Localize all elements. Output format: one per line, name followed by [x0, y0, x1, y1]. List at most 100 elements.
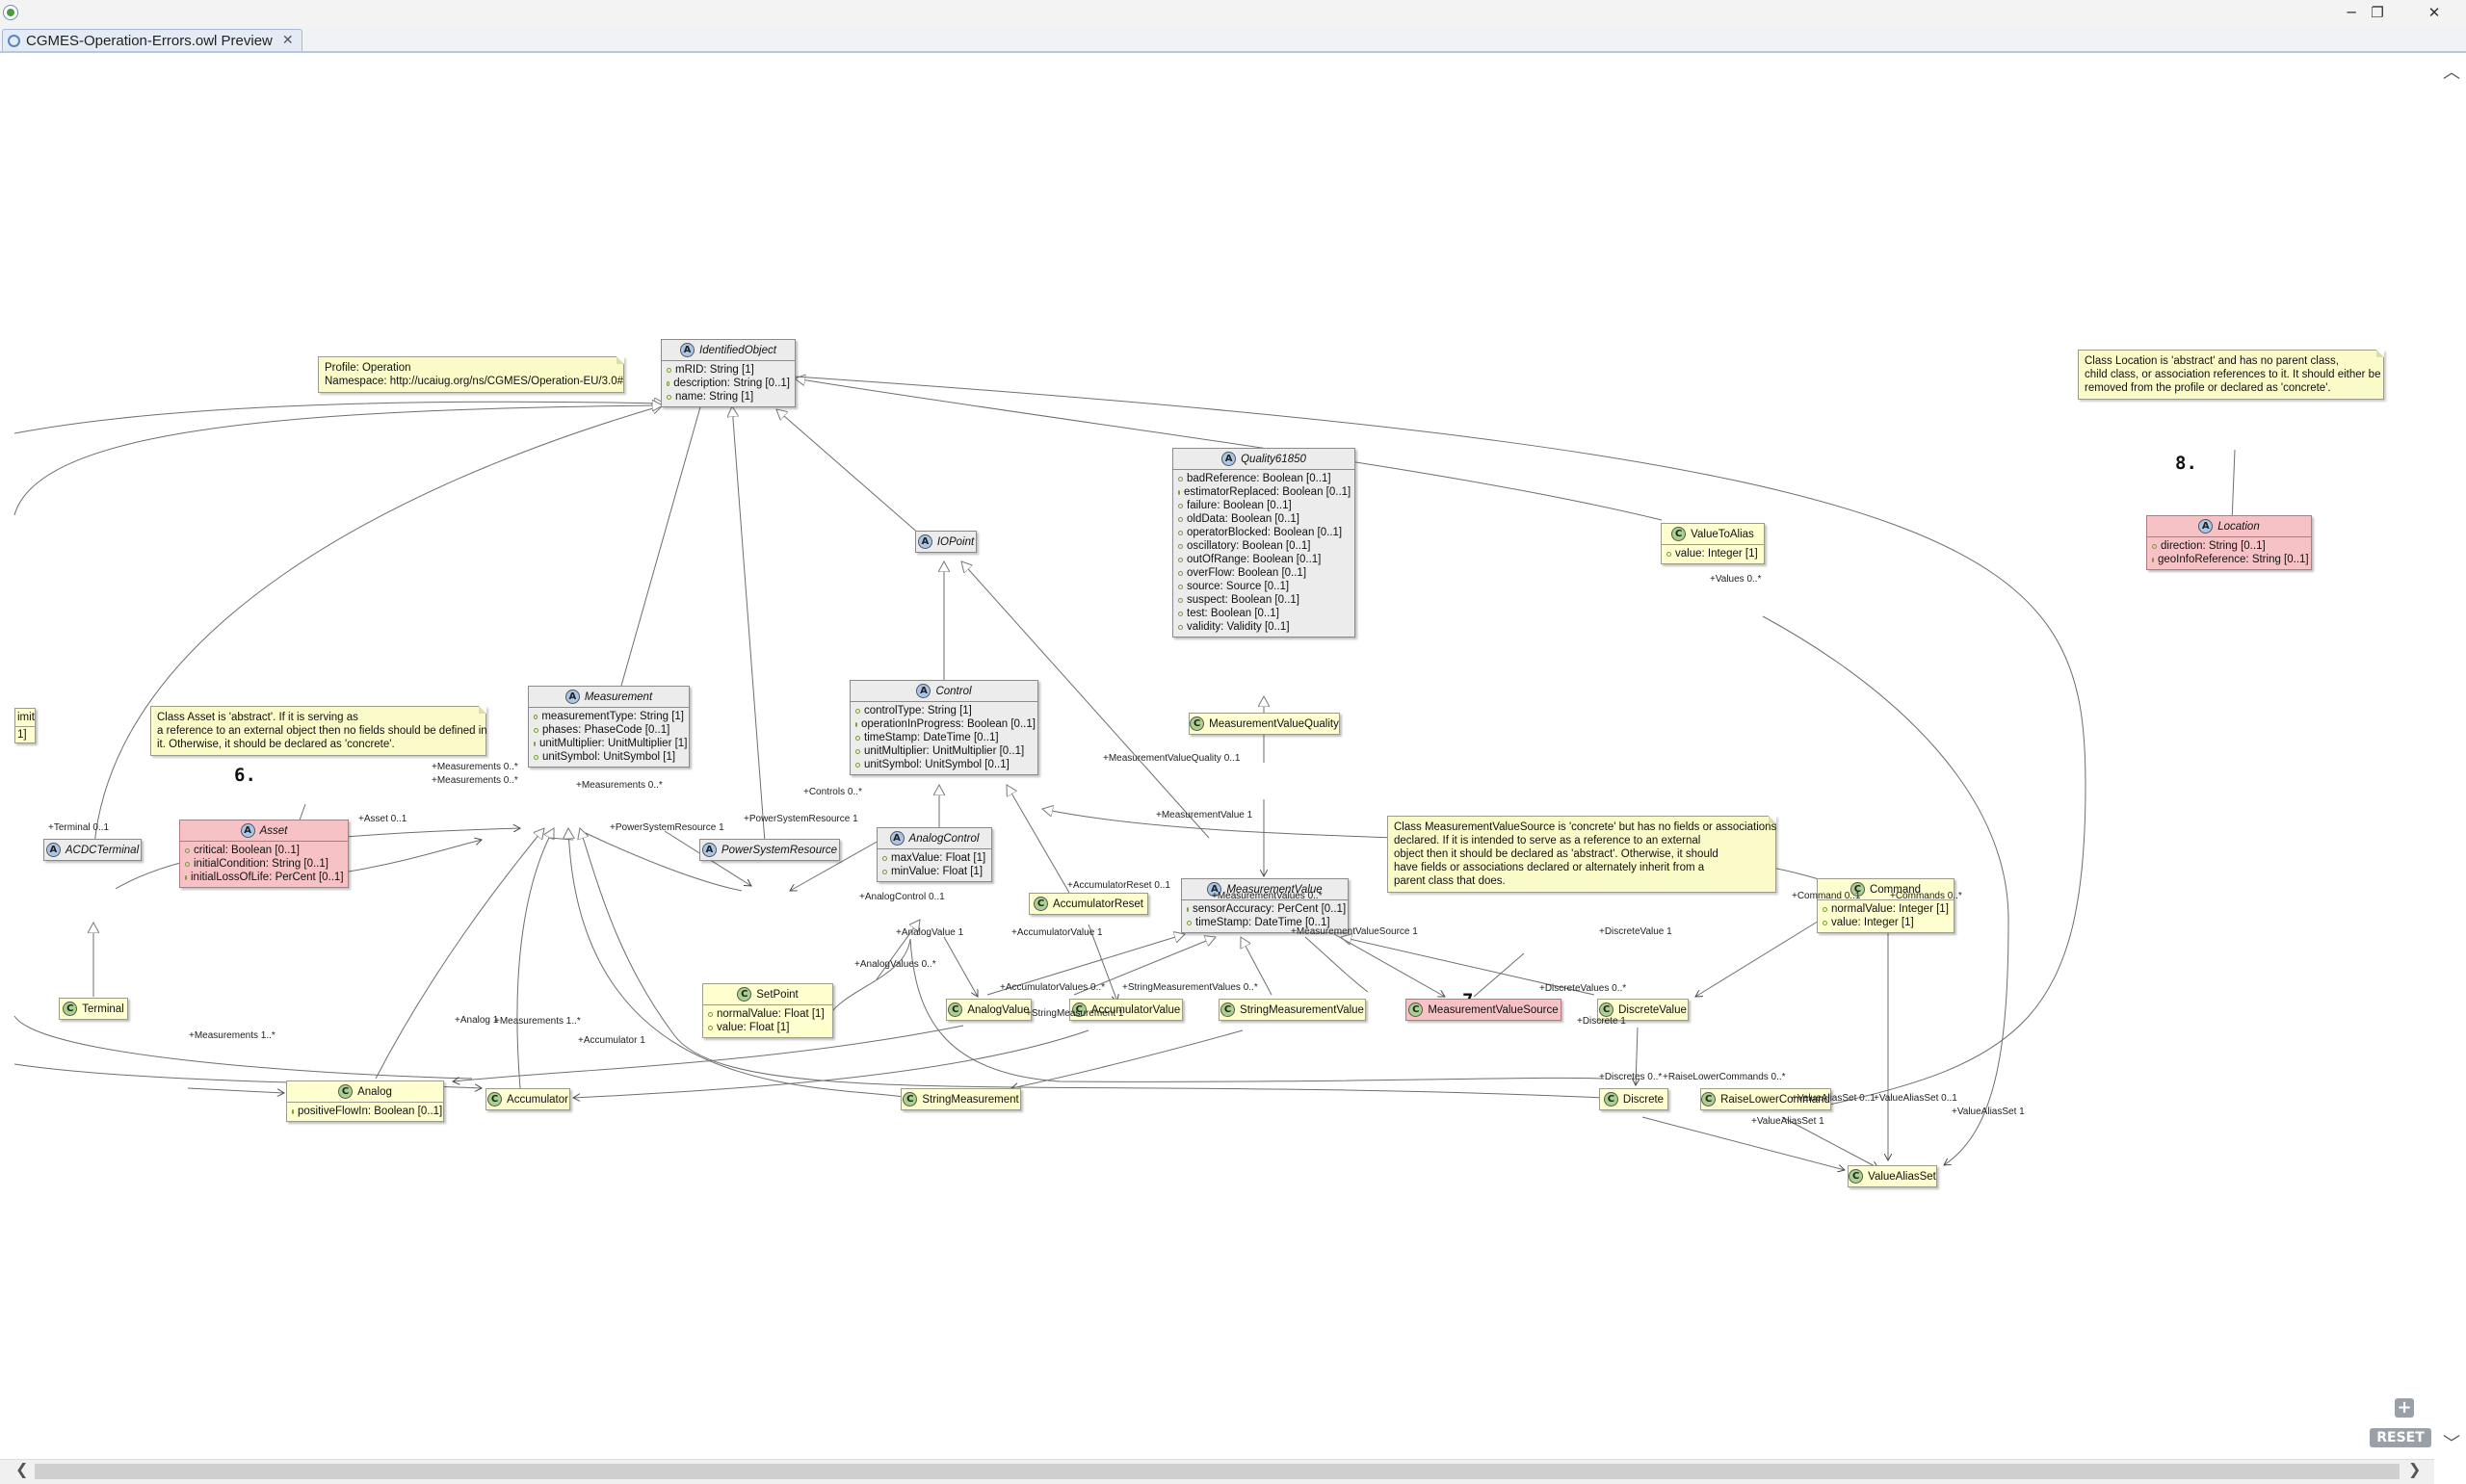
horizontal-scroll-thumb[interactable] — [35, 1464, 2400, 1479]
class-acdc-terminal[interactable]: A ACDCTerminal — [43, 839, 142, 861]
class-measurement[interactable]: A Measurement measurementType: String [1]… — [528, 686, 690, 768]
class-power-system-resource[interactable]: A PowerSystemResource — [699, 839, 840, 861]
diagram-canvas[interactable]: Profile: Operation Namespace: http://uca… — [0, 53, 2434, 1459]
class-string-measurement-value[interactable]: C StringMeasurementValue — [1219, 999, 1366, 1021]
class-name: Asset — [259, 824, 288, 837]
class-identified-object[interactable]: A IdentifiedObject mRID: String [1] descr… — [661, 339, 796, 407]
class-quality61850[interactable]: A Quality61850 badReference: Boolean [0..… — [1172, 448, 1355, 638]
class-attr: timeStamp: DateTime [0..1] — [855, 731, 1033, 744]
note-line: child class, or association references t… — [2085, 369, 2381, 380]
class-attr: positiveFlowIn: Boolean [0..1] — [292, 1105, 442, 1118]
class-analog-value[interactable]: C AnalogValue — [946, 999, 1032, 1021]
edge-label: +StringMeasurement 1 — [1026, 1008, 1124, 1019]
edge-label: +Command 0..1 — [1792, 891, 1861, 901]
concrete-class-icon: C — [1408, 1002, 1424, 1017]
editor-tab-row: CGMES-Operation-Errors.owl Preview ✕ ⟲ ▭… — [0, 26, 2466, 70]
class-value-alias-set[interactable]: C ValueAliasSet — [1848, 1165, 1937, 1187]
class-analog-control[interactable]: A AnalogControl maxValue: Float [1] minVa… — [877, 827, 992, 882]
asset-error-note: Class Asset is 'abstract'. If it is serv… — [150, 706, 487, 756]
class-set-point[interactable]: C SetPoint normalValue: Float [1] value: … — [702, 983, 833, 1038]
class-analog[interactable]: C Analog positiveFlowIn: Boolean [0..1] — [286, 1080, 444, 1122]
edge-label: +AccumulatorReset 0..1 — [1067, 880, 1170, 891]
note-line: Class Asset is 'abstract'. If it is serv… — [157, 712, 358, 723]
abstract-class-icon: A — [916, 684, 931, 698]
concrete-class-icon: C — [1701, 1092, 1717, 1106]
class-name: ValueAliasSet — [1868, 1170, 1936, 1183]
concrete-class-icon: C — [487, 1092, 503, 1106]
edge-label: +Values 0..* — [1710, 574, 1762, 585]
edge-label: +DiscreteValue 1 — [1599, 926, 1672, 937]
zoom-in-button[interactable]: + — [2395, 1398, 2414, 1418]
abstract-class-icon: A — [240, 823, 255, 838]
edge-label: +Discretes 0..* — [1599, 1072, 1663, 1082]
class-measurement-value-source[interactable]: C MeasurementValueSource — [1405, 999, 1561, 1021]
class-accumulator-reset[interactable]: C AccumulatorReset — [1029, 893, 1148, 915]
class-measurement-value[interactable]: A MeasurementValue sensorAccuracy: PerCen… — [1181, 878, 1349, 933]
class-name: Control — [935, 685, 972, 697]
concrete-class-icon: C — [338, 1084, 354, 1099]
abstract-class-icon: A — [680, 343, 695, 357]
class-name: MeasurementValueSource — [1428, 1003, 1559, 1016]
class-name: AccumulatorReset — [1053, 898, 1143, 910]
restore-button[interactable]: ❐ — [2367, 3, 2388, 22]
class-attr: direction: String [0..1] — [2152, 539, 2306, 553]
mvs-error-note: Class MeasurementValueSource is 'concret… — [1387, 816, 1776, 893]
concrete-class-icon: C — [948, 1002, 963, 1017]
class-attr: normalValue: Integer [1] — [1823, 902, 1949, 916]
class-attr: initialLossOfLife: PerCent [0..1] — [185, 871, 344, 884]
class-attr: mRID: String [1] — [667, 363, 790, 377]
scroll-up-icon[interactable]: ︿ — [2443, 59, 2460, 84]
note-line: Class MeasurementValueSource is 'concret… — [1394, 821, 1777, 833]
class-discrete[interactable]: C Discrete — [1599, 1088, 1668, 1110]
class-attr: test: Boolean [0..1] — [1178, 607, 1350, 620]
class-value-to-alias[interactable]: C ValueToAlias value: Integer [1] — [1661, 523, 1765, 564]
class-partial-left[interactable]: imit 1] — [14, 708, 36, 743]
edge-label: +Measurements 1..* — [494, 1016, 581, 1027]
note-line: have fields or associations declared or … — [1394, 862, 1705, 873]
abstract-class-icon: A — [889, 831, 905, 846]
note-line: Namespace: http://ucaiug.org/ns/CGMES/Op… — [325, 376, 624, 387]
tab-preview[interactable]: CGMES-Operation-Errors.owl Preview ✕ — [2, 29, 302, 51]
edge-label: +Measurements 1..* — [189, 1030, 275, 1041]
app-icon — [3, 5, 18, 20]
edge-label: +DiscreteValues 0..* — [1539, 983, 1627, 994]
class-location[interactable]: A Location direction: String [0..1] geoIn… — [2146, 515, 2312, 570]
class-iopoint[interactable]: A IOPoint — [915, 531, 977, 553]
class-asset[interactable]: A Asset critical: Boolean [0..1] initialC… — [179, 820, 349, 888]
error-marker-6: 6. — [234, 765, 256, 786]
edge-label: +ValueAliasSet 0..1 — [1792, 1093, 1876, 1104]
edge-label: +MeasurementValue 1 — [1156, 810, 1253, 820]
class-attr: geoInfoReference: String [0..1] — [2152, 553, 2309, 566]
class-attr: value: Float [1] — [708, 1021, 827, 1034]
class-accumulator[interactable]: C Accumulator — [485, 1088, 570, 1110]
concrete-class-icon: C — [1671, 527, 1687, 541]
class-string-measurement[interactable]: C StringMeasurement — [901, 1088, 1021, 1110]
error-marker-8: 8. — [2175, 453, 2197, 474]
class-attr: estimatorReplaced: Boolean [0..1] — [1178, 485, 1351, 499]
class-attr: initialCondition: String [0..1] — [185, 857, 343, 871]
close-button[interactable]: ✕ — [2424, 3, 2445, 22]
class-measurement-value-quality[interactable]: C MeasurementValueQuality — [1189, 713, 1340, 735]
concrete-class-icon: C — [1599, 1002, 1614, 1017]
horizontal-scrollbar[interactable]: ❮ ❯ — [0, 1459, 2434, 1484]
scroll-left-icon[interactable]: ❮ — [15, 1460, 28, 1478]
reset-button[interactable]: RESET — [2370, 1428, 2431, 1447]
vertical-scrollbar[interactable]: ︿ ﹀ — [2434, 53, 2466, 1459]
class-terminal[interactable]: C Terminal — [59, 998, 128, 1020]
concrete-class-icon: C — [1220, 1002, 1236, 1017]
class-name: ACDCTerminal — [65, 844, 140, 856]
concrete-class-icon: C — [1603, 1092, 1618, 1106]
concrete-class-icon: C — [1849, 1169, 1864, 1184]
tab-title: CGMES-Operation-Errors.owl Preview — [26, 32, 273, 49]
tab-close-icon[interactable]: ✕ — [282, 33, 294, 48]
scroll-down-icon[interactable]: ﹀ — [2443, 1430, 2460, 1455]
scroll-right-icon[interactable]: ❯ — [2408, 1460, 2421, 1478]
edge-label: +Measurements 0..* — [432, 775, 518, 786]
class-attr: unitMultiplier: UnitMultiplier [1] — [534, 737, 687, 750]
class-control[interactable]: A Control controlType: String [1] operati… — [850, 680, 1038, 775]
class-name: AnalogValue — [967, 1003, 1030, 1016]
minimize-button[interactable]: ─ — [2341, 3, 2362, 22]
class-attr: oldData: Boolean [0..1] — [1178, 512, 1350, 526]
class-command[interactable]: C Command normalValue: Integer [1] value:… — [1817, 878, 1954, 933]
class-attr: controlType: String [1] — [855, 704, 1033, 717]
